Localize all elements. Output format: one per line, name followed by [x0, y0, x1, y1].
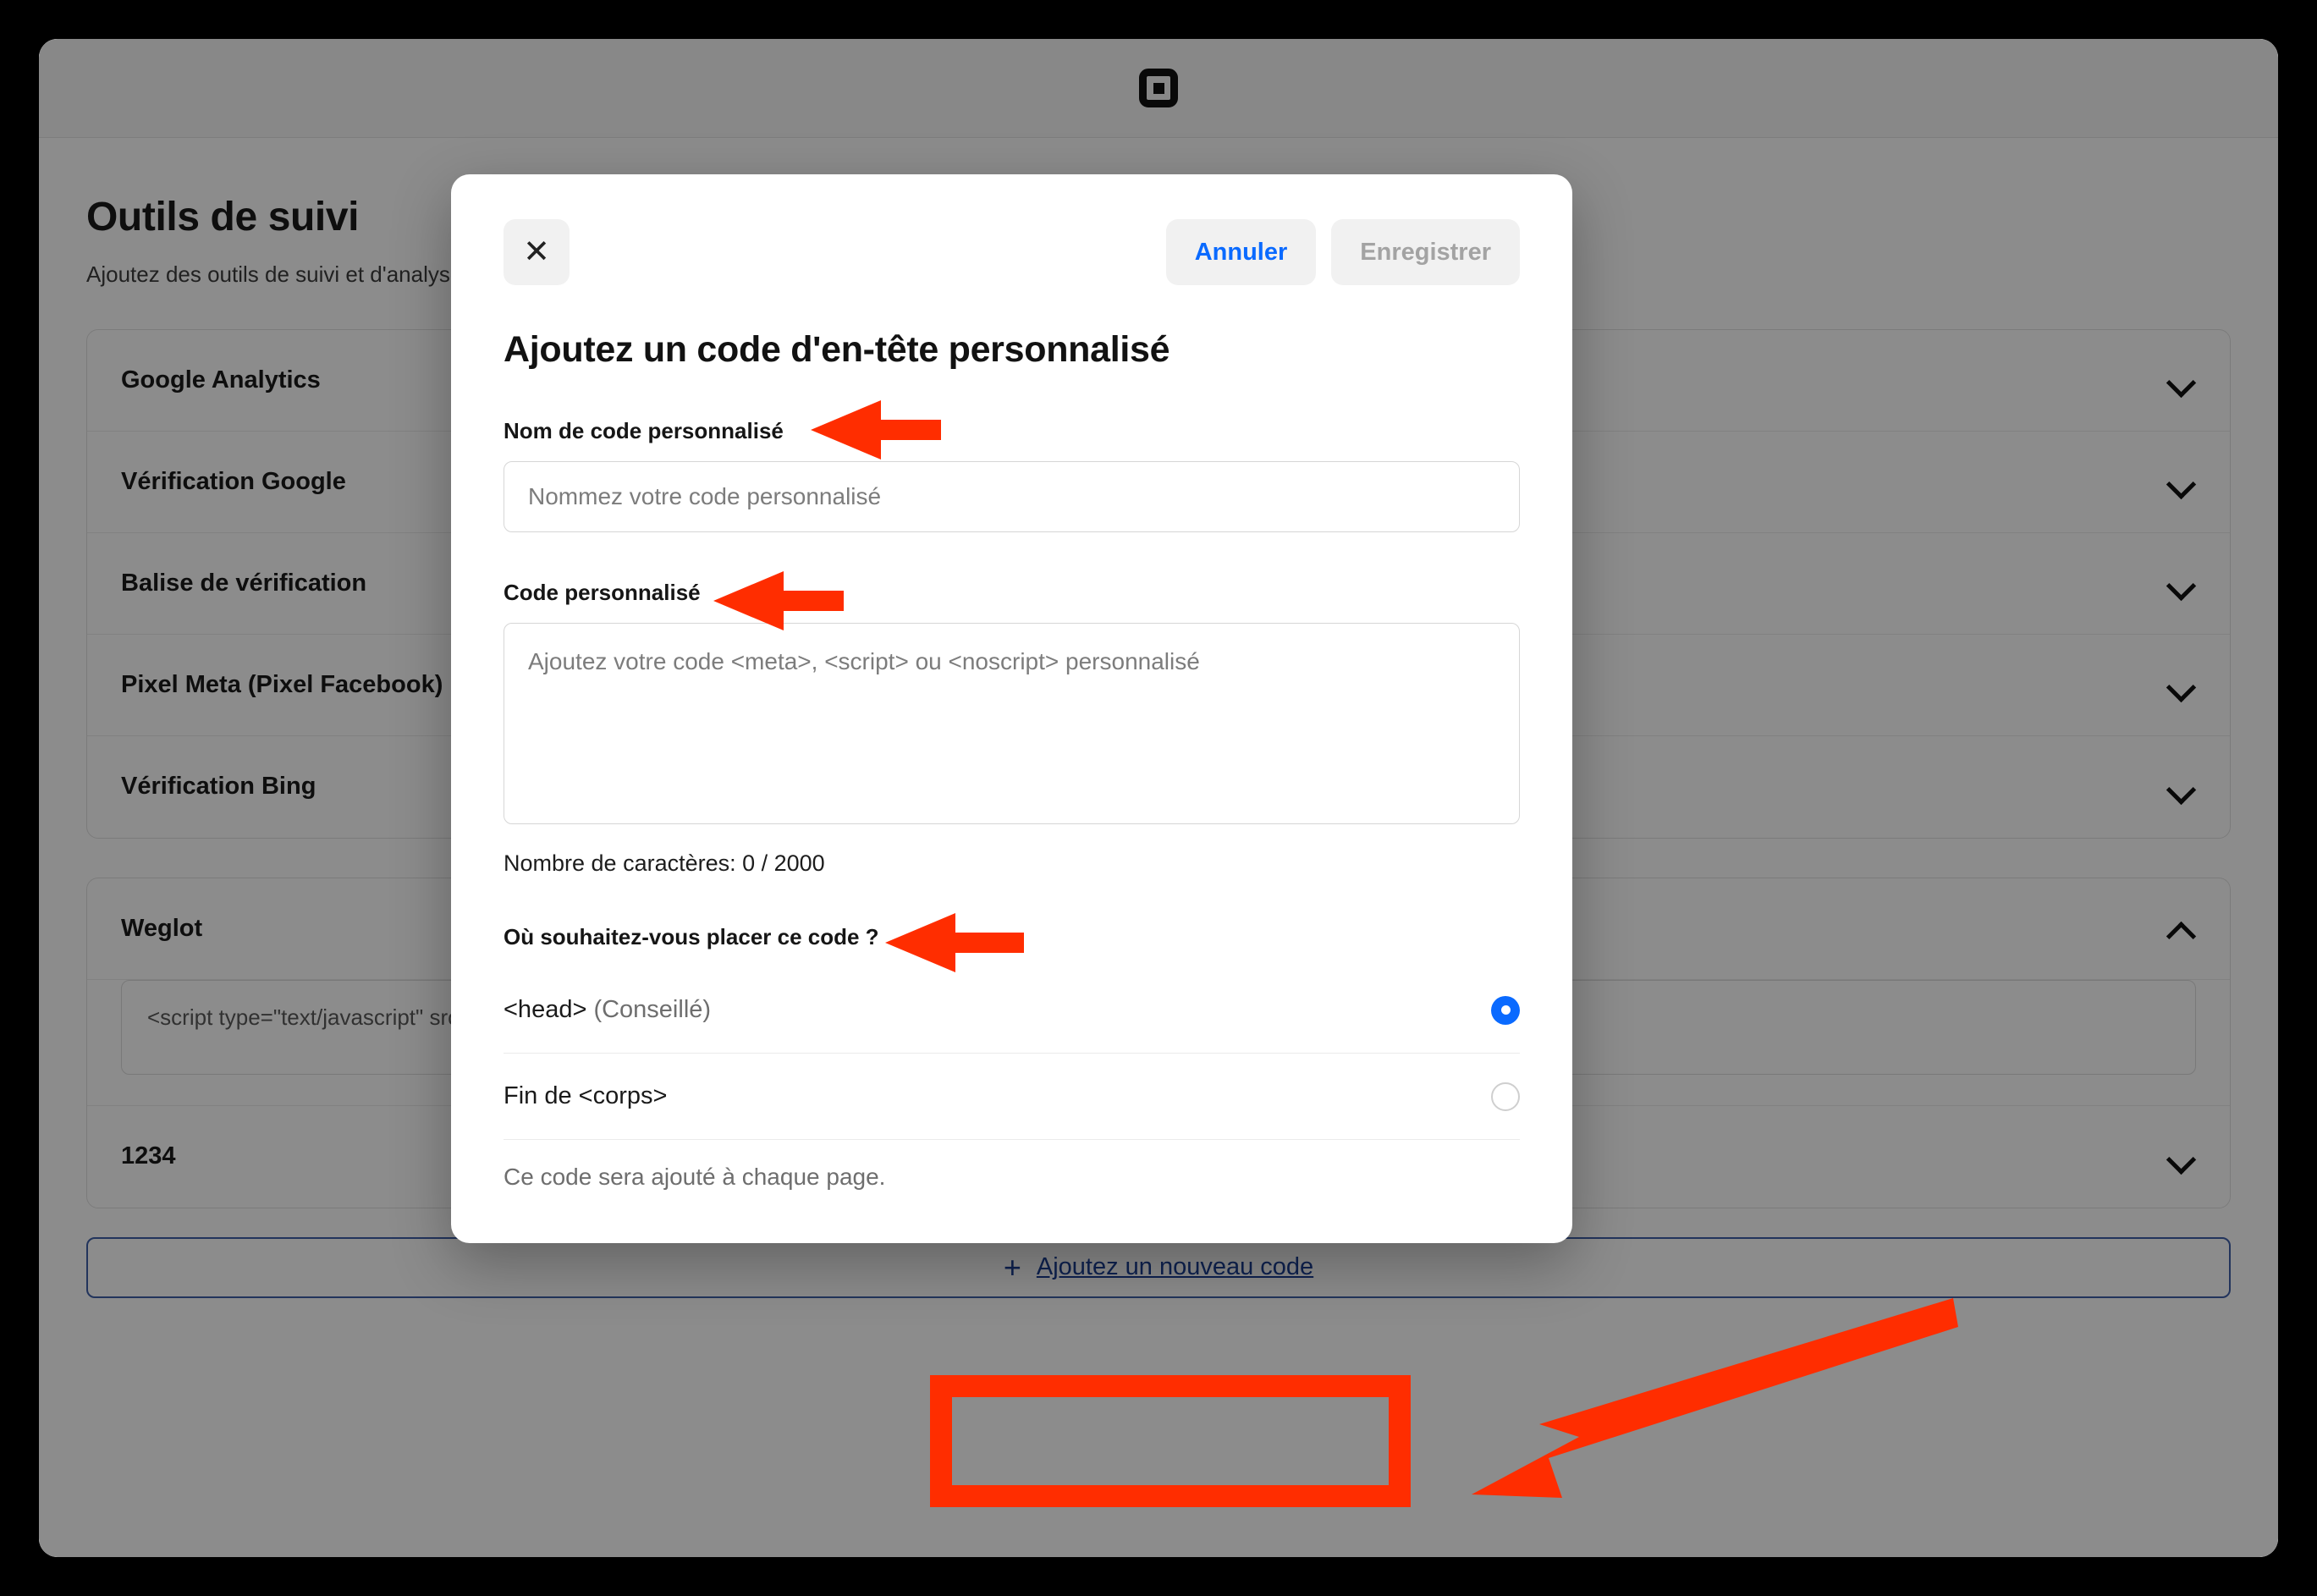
chevron-up-icon[interactable]	[2167, 914, 2196, 943]
square-logo-icon	[1139, 69, 1178, 107]
character-count: Nombre de caractères: 0 / 2000	[504, 850, 825, 876]
accordion-label: Vérification Google	[121, 467, 346, 495]
add-new-code-label: Ajoutez un nouveau code	[1036, 1253, 1314, 1281]
app-top-bar	[39, 39, 2278, 138]
close-icon[interactable]: ✕	[504, 219, 570, 285]
custom-code-textarea[interactable]	[504, 623, 1520, 824]
radio-option-head-hint: (Conseillé)	[586, 996, 712, 1023]
device-frame: Outils de suivi Ajoutez des outils de su…	[0, 0, 2317, 1596]
plus-icon: +	[1003, 1249, 1021, 1285]
save-button[interactable]: Enregistrer	[1331, 219, 1520, 285]
radio-option-head-label: <head> (Conseillé)	[504, 996, 711, 1024]
chevron-down-icon[interactable]	[2167, 670, 2196, 699]
accordion-label: Weglot	[121, 914, 203, 942]
chevron-down-icon[interactable]	[2167, 1142, 2196, 1171]
accordion-label: Vérification Bing	[121, 773, 316, 801]
chevron-down-icon[interactable]	[2167, 773, 2196, 801]
modal-header: ✕ Annuler Enregistrer	[504, 174, 1520, 285]
placement-question-label: Où souhaitez-vous placer ce code ?	[504, 924, 879, 949]
custom-header-code-modal: ✕ Annuler Enregistrer Ajoutez un code d'…	[451, 174, 1572, 1243]
browser-window: Outils de suivi Ajoutez des outils de su…	[39, 39, 2278, 1557]
add-new-code-button[interactable]: + Ajoutez un nouveau code	[86, 1236, 2231, 1298]
radio-option-head-text: <head>	[504, 996, 587, 1023]
custom-code-name-input[interactable]	[504, 461, 1520, 532]
cancel-button[interactable]: Annuler	[1165, 219, 1317, 285]
accordion-label: 1234	[121, 1142, 176, 1170]
placement-note: Ce code sera ajouté à chaque page.	[504, 1164, 886, 1190]
chevron-down-icon[interactable]	[2167, 569, 2196, 597]
chevron-down-icon[interactable]	[2167, 467, 2196, 496]
radio-unselected-icon[interactable]	[1491, 1081, 1520, 1111]
radio-option-body[interactable]: Fin de <corps>	[504, 1054, 1520, 1140]
modal-header-actions: Annuler Enregistrer	[1165, 219, 1520, 285]
modal-title: Ajoutez un code d'en-tête personnalisé	[504, 329, 1170, 370]
accordion-label: Google Analytics	[121, 366, 321, 393]
radio-selected-icon[interactable]	[1491, 995, 1520, 1025]
radio-option-body-label: Fin de <corps>	[504, 1082, 668, 1109]
custom-code-label: Code personnalisé	[504, 580, 701, 605]
accordion-label: Balise de vérification	[121, 569, 367, 597]
radio-option-head[interactable]: <head> (Conseillé)	[504, 967, 1520, 1054]
accordion-label: Pixel Meta (Pixel Facebook)	[121, 670, 443, 698]
custom-code-name-label: Nom de code personnalisé	[504, 418, 784, 443]
chevron-down-icon[interactable]	[2167, 366, 2196, 394]
